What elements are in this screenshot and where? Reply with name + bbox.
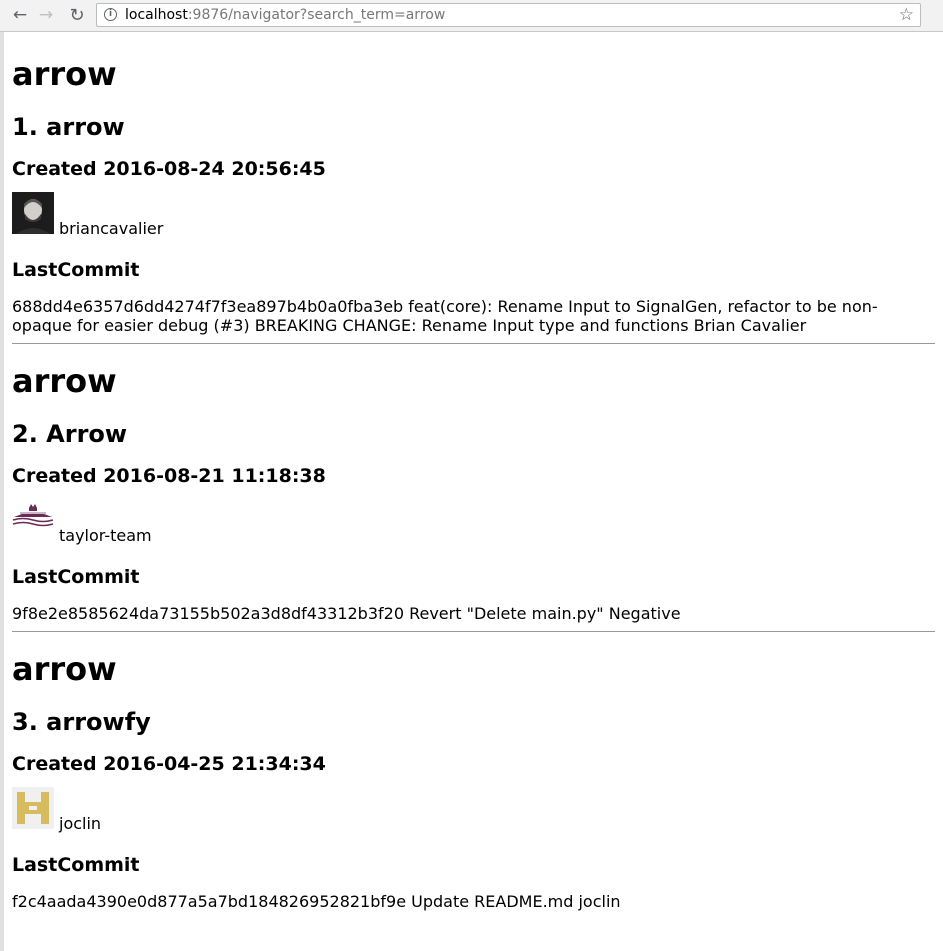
search-term-heading: arrow [12, 362, 117, 400]
avatar [12, 499, 54, 541]
search-term-heading: arrow [12, 650, 117, 688]
owner-row: taylor-team [12, 499, 935, 545]
owner-name[interactable]: taylor-team [59, 527, 152, 545]
commit-text: 688dd4e6357d6dd4274f7f3ea897b4b0a0fba3eb… [12, 297, 878, 335]
owner-row: briancavalier [12, 192, 935, 238]
url-host: localhost [125, 7, 188, 23]
result-item: arrow 3. arrowfy Created 2016-04-25 21:3… [12, 653, 935, 911]
results-page: arrow 1. arrow Created 2016-08-24 20:56:… [12, 32, 935, 911]
repo-title: 1. arrow [12, 113, 125, 141]
created-date: Created 2016-08-24 20:56:45 [12, 158, 326, 180]
repo-title: 3. arrowfy [12, 708, 151, 736]
url-text[interactable]: localhost:9876/navigator?search_term=arr… [125, 7, 445, 23]
owner-row: joclin [12, 787, 935, 833]
last-commit-heading: LastCommit [12, 566, 140, 588]
search-term-heading: arrow [12, 55, 117, 93]
owner-name[interactable]: joclin [59, 815, 101, 833]
created-date: Created 2016-04-25 21:34:34 [12, 753, 326, 775]
commit-text: 9f8e2e8585624da73155b502a3d8df43312b3f20… [12, 604, 681, 623]
commit-text: f2c4aada4390e0d877a5a7bd184826952821bf9e… [12, 892, 621, 911]
last-commit-heading: LastCommit [12, 854, 140, 876]
last-commit-heading: LastCommit [12, 259, 140, 281]
separator [12, 631, 935, 632]
window-edge [0, 32, 4, 951]
url-path: :9876/navigator?search_term=arrow [187, 7, 446, 23]
bookmark-star-icon[interactable]: ☆ [899, 5, 914, 25]
avatar [12, 787, 54, 829]
separator [12, 343, 935, 344]
result-item: arrow 2. Arrow Created 2016-08-21 11:18:… [12, 365, 935, 632]
browser-toolbar: ← → ↻ i localhost:9876/navigator?search_… [0, 0, 943, 32]
result-item: arrow 1. arrow Created 2016-08-24 20:56:… [12, 58, 935, 344]
address-bar[interactable]: i localhost:9876/navigator?search_term=a… [96, 3, 921, 27]
repo-title: 2. Arrow [12, 420, 128, 448]
info-icon[interactable]: i [104, 8, 117, 21]
forward-arrow-icon[interactable]: → [35, 4, 57, 26]
reload-icon[interactable]: ↻ [66, 4, 88, 26]
avatar [12, 192, 54, 234]
created-date: Created 2016-08-21 11:18:38 [12, 465, 326, 487]
back-arrow-icon[interactable]: ← [9, 4, 31, 26]
owner-name[interactable]: briancavalier [59, 220, 163, 238]
